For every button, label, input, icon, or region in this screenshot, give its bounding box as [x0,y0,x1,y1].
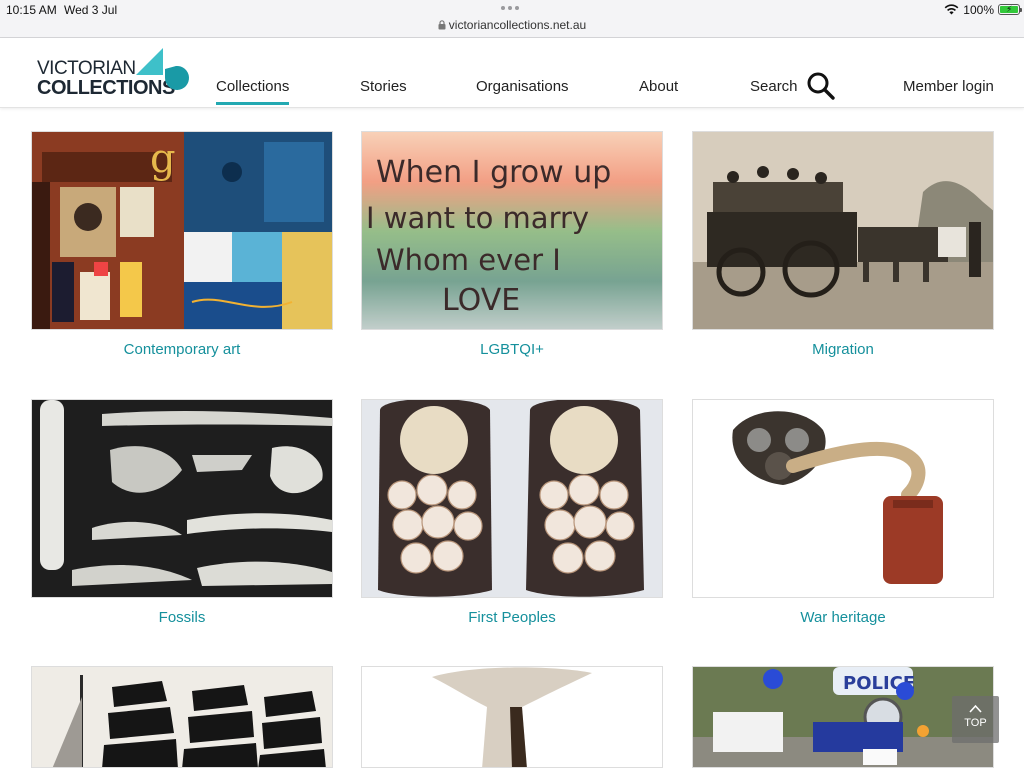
search-icon[interactable] [806,71,836,101]
fossils-thumbnail [32,400,332,597]
svg-text:g: g [150,136,176,182]
lock-icon [438,20,446,30]
logo-mark-icon [136,48,189,90]
painted-text-line2: I want to marry [366,201,589,235]
wooden-object-thumbnail [362,667,662,767]
nav-collections[interactable]: Collections [216,78,290,105]
fossil-bones-image[interactable] [31,399,333,598]
shell-slippers-image[interactable] [361,399,663,598]
collection-label[interactable]: Fossils [31,609,333,626]
police-motorcycle-thumbnail: POLICE [693,667,993,767]
war-heritage-thumbnail [693,400,993,597]
wifi-icon [944,4,959,15]
sailing-ship-image[interactable] [31,666,333,768]
battery-icon: ⚡ [998,4,1022,15]
status-date: Wed 3 Jul [64,3,118,17]
painted-text-artwork-image[interactable]: When I grow up I want to marry Whom ever… [361,131,663,330]
collection-label[interactable]: War heritage [692,609,994,626]
sailing-ship-thumbnail [32,667,332,767]
nav-organisations[interactable]: Organisations [476,78,569,95]
gas-mask-image[interactable] [692,399,994,598]
painted-text-line4: LOVE [442,283,520,318]
browser-status-bar: 10:15 AM Wed 3 Jul 100% ⚡ victoriancolle… [0,0,1024,38]
painted-text-line3: Whom ever I [376,243,561,277]
collection-label[interactable]: First Peoples [361,609,663,626]
nav-search[interactable]: Search [750,78,798,95]
battery-percent: 100% [963,2,994,17]
site-header: VICTORIAN COLLECTIONS Collections Storie… [0,38,1024,108]
nav-member-login[interactable]: Member login [903,78,994,95]
status-time: 10:15 AM [6,3,57,17]
url-text: victoriancollections.net.au [448,18,587,32]
horse-drawn-coach-image[interactable] [692,131,994,330]
back-to-top-label: TOP [964,717,987,729]
painted-text-line1: When I grow up [376,155,611,190]
contemporary-art-thumbnail: g [32,132,332,329]
collection-label[interactable]: Migration [692,341,994,358]
lgbtqi-thumbnail: When I grow up I want to marry Whom ever… [362,132,662,329]
nav-about[interactable]: About [639,78,678,95]
chevron-up-icon [969,704,982,713]
site-logo[interactable]: VICTORIAN COLLECTIONS [36,48,196,100]
back-to-top-button[interactable]: TOP [952,696,999,743]
collection-label[interactable]: Contemporary art [31,341,333,358]
migration-thumbnail [693,132,993,329]
status-indicators: 100% ⚡ [944,2,1022,17]
police-motorcycle-image[interactable]: POLICE [692,666,994,768]
first-peoples-thumbnail [362,400,662,597]
artwork-collage-image[interactable]: g [31,131,333,330]
address-bar[interactable]: victoriancollections.net.au [0,18,1024,32]
battery-level: ⚡ [1000,4,1018,14]
collection-label[interactable]: LGBTQI+ [361,341,663,358]
wooden-object-image[interactable] [361,666,663,768]
multitasking-dots-icon[interactable] [501,6,519,10]
nav-stories[interactable]: Stories [360,78,407,95]
